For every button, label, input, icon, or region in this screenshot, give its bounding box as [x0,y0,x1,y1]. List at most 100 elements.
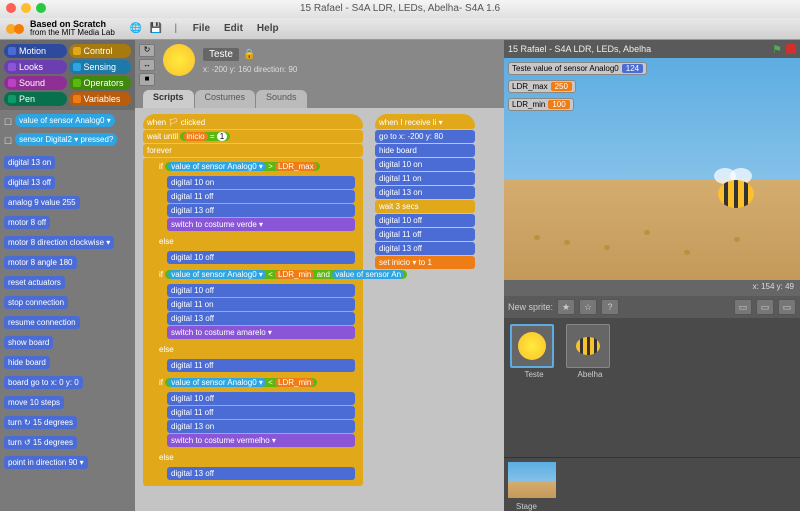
category-looks[interactable]: Looks [4,60,67,74]
block-digital-11-off[interactable]: digital 11 off [167,190,355,203]
palette-block[interactable]: analog 9 value 255 [4,196,80,209]
stage-canvas[interactable]: Teste value of sensor Analog0 124 LDR_ma… [504,58,800,280]
block-forever[interactable]: forever [143,144,363,157]
stop-icon[interactable] [786,44,796,54]
choose-sprite-icon[interactable]: ☆ [579,299,597,315]
view-mode-1-icon[interactable]: ▭ [734,299,752,315]
palette-block[interactable]: stop connection [4,296,68,309]
block-switch-costume-verde[interactable]: switch to costume verde ▾ [167,218,355,231]
palette-block[interactable]: sensor Digital2 ▾ pressed? [15,133,117,146]
block-switch-costume-amarelo[interactable]: switch to costume amarelo ▾ [167,326,355,339]
tab-sounds[interactable]: Sounds [256,90,307,108]
monitor-sensor[interactable]: Teste value of sensor Analog0 124 [508,62,647,75]
bee-sprite[interactable] [710,168,760,208]
zoom-icon[interactable] [36,3,46,13]
palette-block[interactable]: motor 8 angle 180 [4,256,77,269]
palette-block[interactable]: value of sensor Analog0 ▾ [15,114,115,127]
close-icon[interactable] [6,3,16,13]
view-mode-2-icon[interactable]: ▭ [756,299,774,315]
palette-block[interactable]: show board [4,336,53,349]
palette-block[interactable]: hide board [4,356,50,369]
block-digital-10-off[interactable]: digital 10 off [167,251,355,264]
palette-block[interactable]: move 10 steps [4,396,64,409]
block-digital-13-on[interactable]: digital 13 on [167,420,355,433]
block-set-inicio[interactable]: set inicio ▾ to 1 [375,256,475,269]
palette-block[interactable]: motor 8 off [4,216,50,229]
monitor-ldr-min[interactable]: LDR_min 100 [508,98,574,111]
rotate-free-icon[interactable]: ↻ [139,44,155,57]
rotate-none-icon[interactable]: ■ [139,73,155,86]
view-mode-3-icon[interactable]: ▭ [778,299,796,315]
block-else-2[interactable]: else [155,343,359,356]
palette-block[interactable]: turn ↻ 15 degrees [4,416,77,429]
palette-block[interactable]: digital 13 on [4,156,55,169]
category-variables[interactable]: Variables [69,92,132,106]
block-s2-d11-off[interactable]: digital 11 off [375,228,475,241]
palette-block[interactable]: point in direction 90 ▾ [4,456,88,469]
category-sensing[interactable]: Sensing [69,60,132,74]
menu-edit[interactable]: Edit [218,23,249,34]
green-flag-icon[interactable]: ⚑ [772,43,782,56]
palette-block[interactable]: digital 13 off [4,176,55,189]
palette-block[interactable]: motor 8 direction clockwise ▾ [4,236,114,249]
category-pen[interactable]: Pen [4,92,67,106]
block-s2-d11-on[interactable]: digital 11 on [375,172,475,185]
save-icon[interactable]: 💾 [147,20,165,38]
stage-thumbnail[interactable] [508,462,556,498]
block-digital-11-on[interactable]: digital 11 on [167,298,355,311]
surprise-sprite-icon[interactable]: ? [601,299,619,315]
block-digital-10-on[interactable]: digital 10 on [167,176,355,189]
traffic-lights[interactable] [6,3,46,13]
script-stack-2[interactable]: when I receive li ▾ go to x: -200 y: 80 … [375,114,475,270]
block-digital-11-off-3[interactable]: digital 11 off [167,406,355,419]
tab-costumes[interactable]: Costumes [195,90,256,108]
palette-block[interactable]: board go to x: 0 y: 0 [4,376,83,389]
category-control[interactable]: Control [69,44,132,58]
block-digital-13-off-2[interactable]: digital 13 off [167,312,355,325]
hat-receive[interactable]: when I receive li ▾ [375,114,475,129]
scripts-area[interactable]: when 🏳 clicked wait until inicio = 1 for… [135,108,504,511]
block-else-3[interactable]: else [155,451,359,464]
block-digital-10-off-3[interactable]: digital 10 off [167,392,355,405]
palette-block[interactable]: reset actuators [4,276,65,289]
script-stack-1[interactable]: when 🏳 clicked wait until inicio = 1 for… [143,114,363,487]
block-else-1[interactable]: else [155,235,359,248]
rotate-lr-icon[interactable]: ↔ [139,59,155,72]
block-digital-11-off-2[interactable]: digital 11 off [167,359,355,372]
category-motion[interactable]: Motion [4,44,67,58]
sprite-item-teste[interactable]: Teste [510,324,558,379]
menu-help[interactable]: Help [251,23,285,34]
block-digital-10-off-2[interactable]: digital 10 off [167,284,355,297]
sprite-name[interactable]: Teste [203,48,239,61]
palette-block[interactable]: resume connection [4,316,80,329]
block-if-2[interactable]: if value of sensor Analog0 ▾ < LDR_min a… [155,268,359,281]
block-hide-board[interactable]: hide board [375,144,475,157]
tab-scripts[interactable]: Scripts [143,90,194,108]
globe-icon[interactable]: 🌐 [127,20,145,38]
block-wait-3[interactable]: wait 3 secs [375,200,475,213]
category-sound[interactable]: Sound [4,76,67,90]
block-goto[interactable]: go to x: -200 y: 80 [375,130,475,143]
palette-block[interactable]: turn ↺ 15 degrees [4,436,77,449]
menu-file[interactable]: File [187,23,216,34]
lock-icon[interactable]: 🔒 [243,49,255,60]
reporter-checkbox[interactable]: ☐ [4,136,12,147]
reporter-checkbox[interactable]: ☐ [4,117,12,128]
block-if-1[interactable]: if value of sensor Analog0 ▾ > LDR_max [155,160,359,173]
block-digital-13-off[interactable]: digital 13 off [167,204,355,217]
monitor-ldr-max[interactable]: LDR_max 250 [508,80,576,93]
block-s2-d10-off[interactable]: digital 10 off [375,214,475,227]
category-operators[interactable]: Operators [69,76,132,90]
block-s2-d13-on[interactable]: digital 13 on [375,186,475,199]
paint-sprite-icon[interactable]: ★ [557,299,575,315]
block-s2-d10-on[interactable]: digital 10 on [375,158,475,171]
block-if-3[interactable]: if value of sensor Analog0 ▾ < LDR_min [155,376,359,389]
block-switch-costume-vermelho[interactable]: switch to costume vermelho ▾ [167,434,355,447]
block-s2-d13-off[interactable]: digital 13 off [375,242,475,255]
block-wait-until[interactable]: wait until inicio = 1 [143,130,363,143]
block-digital-13-off-3[interactable]: digital 13 off [167,467,355,480]
hat-green-flag[interactable]: when 🏳 clicked [143,114,363,129]
sprite-item-abelha[interactable]: Abelha [566,324,614,379]
minimize-icon[interactable] [21,3,31,13]
c-block-forever[interactable]: if value of sensor Analog0 ▾ > LDR_max d… [143,158,363,486]
